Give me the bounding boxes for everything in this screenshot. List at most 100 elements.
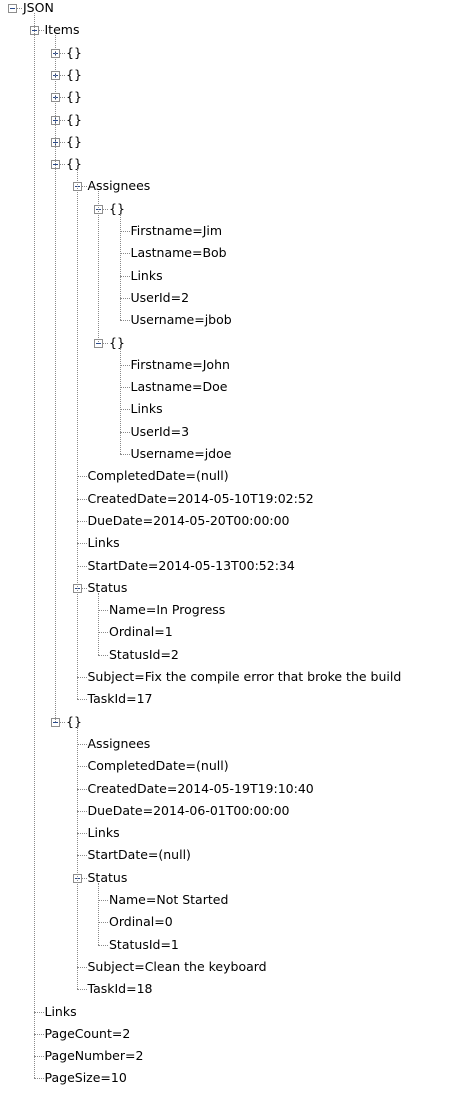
- tree-connector: [33, 1011, 44, 1013]
- tree-node-object[interactable]: {}: [66, 43, 82, 63]
- tree-leaf[interactable]: StartDate=2014-05-13T00:52:34: [88, 556, 295, 576]
- tree-connector: [76, 966, 87, 968]
- tree-connector: [33, 1056, 44, 1058]
- tree-leaf[interactable]: PageNumber=2: [45, 1046, 144, 1066]
- tree-leaf[interactable]: TaskId=17: [88, 689, 153, 709]
- tree-connector: [76, 699, 87, 701]
- tree-connector: [76, 520, 87, 522]
- tree-connector: [76, 743, 87, 745]
- tree-connector: [119, 231, 130, 232]
- tree-leaf[interactable]: PageCount=2: [45, 1024, 131, 1044]
- tree-node-object[interactable]: {}: [109, 199, 125, 219]
- tree-leaf[interactable]: Username=jdoe: [131, 444, 232, 464]
- tree-leaf[interactable]: Subject=Fix the compile error that broke…: [88, 667, 402, 687]
- tree-leaf[interactable]: Name=Not Started: [109, 890, 228, 910]
- tree-leaf[interactable]: Assignees: [88, 734, 151, 754]
- tree-leaf[interactable]: Subject=Clean the keyboard: [88, 957, 267, 977]
- tree-connector: [76, 788, 87, 790]
- tree-leaf[interactable]: Ordinal=1: [109, 622, 173, 642]
- tree-connector: [60, 97, 65, 99]
- collapse-toggle[interactable]: [8, 4, 17, 13]
- tree-connector: [76, 810, 87, 812]
- tree-leaf[interactable]: DueDate=2014-05-20T00:00:00: [88, 511, 290, 531]
- tree-connector: [81, 587, 87, 589]
- tree-leaf[interactable]: UserId=3: [131, 422, 190, 442]
- tree-connector: [119, 409, 130, 411]
- tree-leaf[interactable]: Links: [131, 266, 163, 286]
- tree-connector: [98, 882, 99, 945]
- tree-connector: [60, 52, 65, 54]
- tree-connector: [119, 297, 130, 299]
- tree-connector: [98, 654, 108, 656]
- tree-connector: [76, 726, 78, 990]
- tree-connector: [38, 30, 44, 32]
- tree-connector: [55, 35, 56, 722]
- tree-connector: [33, 1078, 44, 1080]
- tree-node-object[interactable]: {}: [66, 87, 82, 107]
- tree-leaf[interactable]: CreatedDate=2014-05-10T19:02:52: [88, 489, 314, 509]
- tree-connector: [76, 833, 87, 835]
- tree-leaf[interactable]: CreatedDate=2014-05-19T19:10:40: [88, 779, 314, 799]
- tree-connector: [119, 431, 130, 433]
- tree-connector: [119, 347, 121, 454]
- tree-connector: [119, 320, 130, 322]
- tree-node-object[interactable]: {}: [66, 65, 82, 85]
- tree-leaf[interactable]: Links: [88, 823, 120, 843]
- tree-connector: [76, 498, 87, 500]
- tree-node-root[interactable]: JSON: [23, 0, 54, 18]
- tree-connector: [119, 454, 130, 455]
- tree-leaf[interactable]: Name=In Progress: [109, 600, 225, 620]
- tree-connector: [76, 766, 87, 768]
- tree-leaf[interactable]: StatusId=2: [109, 645, 179, 665]
- tree-connector: [98, 191, 99, 343]
- tree-connector: [119, 213, 121, 321]
- tree-node-status[interactable]: Status: [88, 868, 128, 888]
- tree-leaf[interactable]: Username=jbob: [131, 310, 232, 330]
- tree-leaf[interactable]: Links: [131, 399, 163, 419]
- tree-connector: [60, 721, 65, 723]
- tree-connector: [33, 13, 35, 1079]
- tree-connector: [119, 364, 130, 366]
- tree-leaf[interactable]: Firstname=Jim: [131, 221, 223, 241]
- tree-leaf[interactable]: Links: [45, 1002, 77, 1022]
- tree-connector: [103, 342, 108, 344]
- tree-connector: [98, 900, 108, 901]
- tree-leaf[interactable]: Lastname=Bob: [131, 243, 227, 263]
- tree-node-items[interactable]: Items: [45, 20, 80, 40]
- tree-node-object[interactable]: {}: [109, 333, 125, 353]
- tree-connector: [60, 141, 65, 143]
- tree-node-status[interactable]: Status: [88, 578, 128, 598]
- tree-leaf[interactable]: UserId=2: [131, 288, 190, 308]
- tree-leaf[interactable]: Ordinal=0: [109, 912, 173, 932]
- tree-connector: [98, 592, 99, 655]
- tree-connector: [76, 855, 87, 857]
- tree-connector: [76, 989, 87, 991]
- tree-connector: [98, 610, 108, 612]
- tree-leaf[interactable]: StartDate=(null): [88, 845, 191, 865]
- tree-leaf[interactable]: TaskId=18: [88, 979, 153, 999]
- tree-node-object[interactable]: {}: [66, 132, 82, 152]
- tree-connector: [33, 1033, 44, 1035]
- tree-connector: [76, 543, 87, 545]
- tree-connector: [119, 275, 130, 277]
- tree-connector: [76, 476, 87, 478]
- tree-leaf[interactable]: PageSize=10: [45, 1068, 127, 1088]
- tree-leaf[interactable]: Firstname=John: [131, 355, 230, 375]
- tree-leaf[interactable]: StatusId=1: [109, 935, 179, 955]
- tree-connector: [103, 208, 108, 210]
- tree-leaf[interactable]: DueDate=2014-06-01T00:00:00: [88, 801, 290, 821]
- tree-node-object[interactable]: {}: [66, 154, 82, 174]
- tree-leaf[interactable]: CompletedDate=(null): [88, 756, 229, 776]
- tree-leaf[interactable]: Links: [88, 533, 120, 553]
- tree-node-object[interactable]: {}: [66, 110, 82, 130]
- tree-connector: [81, 877, 87, 879]
- tree-connector: [98, 922, 108, 924]
- tree-node-assignees[interactable]: Assignees: [88, 176, 151, 196]
- tree-leaf[interactable]: CompletedDate=(null): [88, 466, 229, 486]
- tree-connector: [81, 186, 87, 188]
- tree-connector: [119, 387, 130, 389]
- tree-connector: [17, 8, 22, 9]
- tree-connector: [60, 119, 65, 121]
- tree-leaf[interactable]: Lastname=Doe: [131, 377, 228, 397]
- tree-node-object[interactable]: {}: [66, 712, 82, 732]
